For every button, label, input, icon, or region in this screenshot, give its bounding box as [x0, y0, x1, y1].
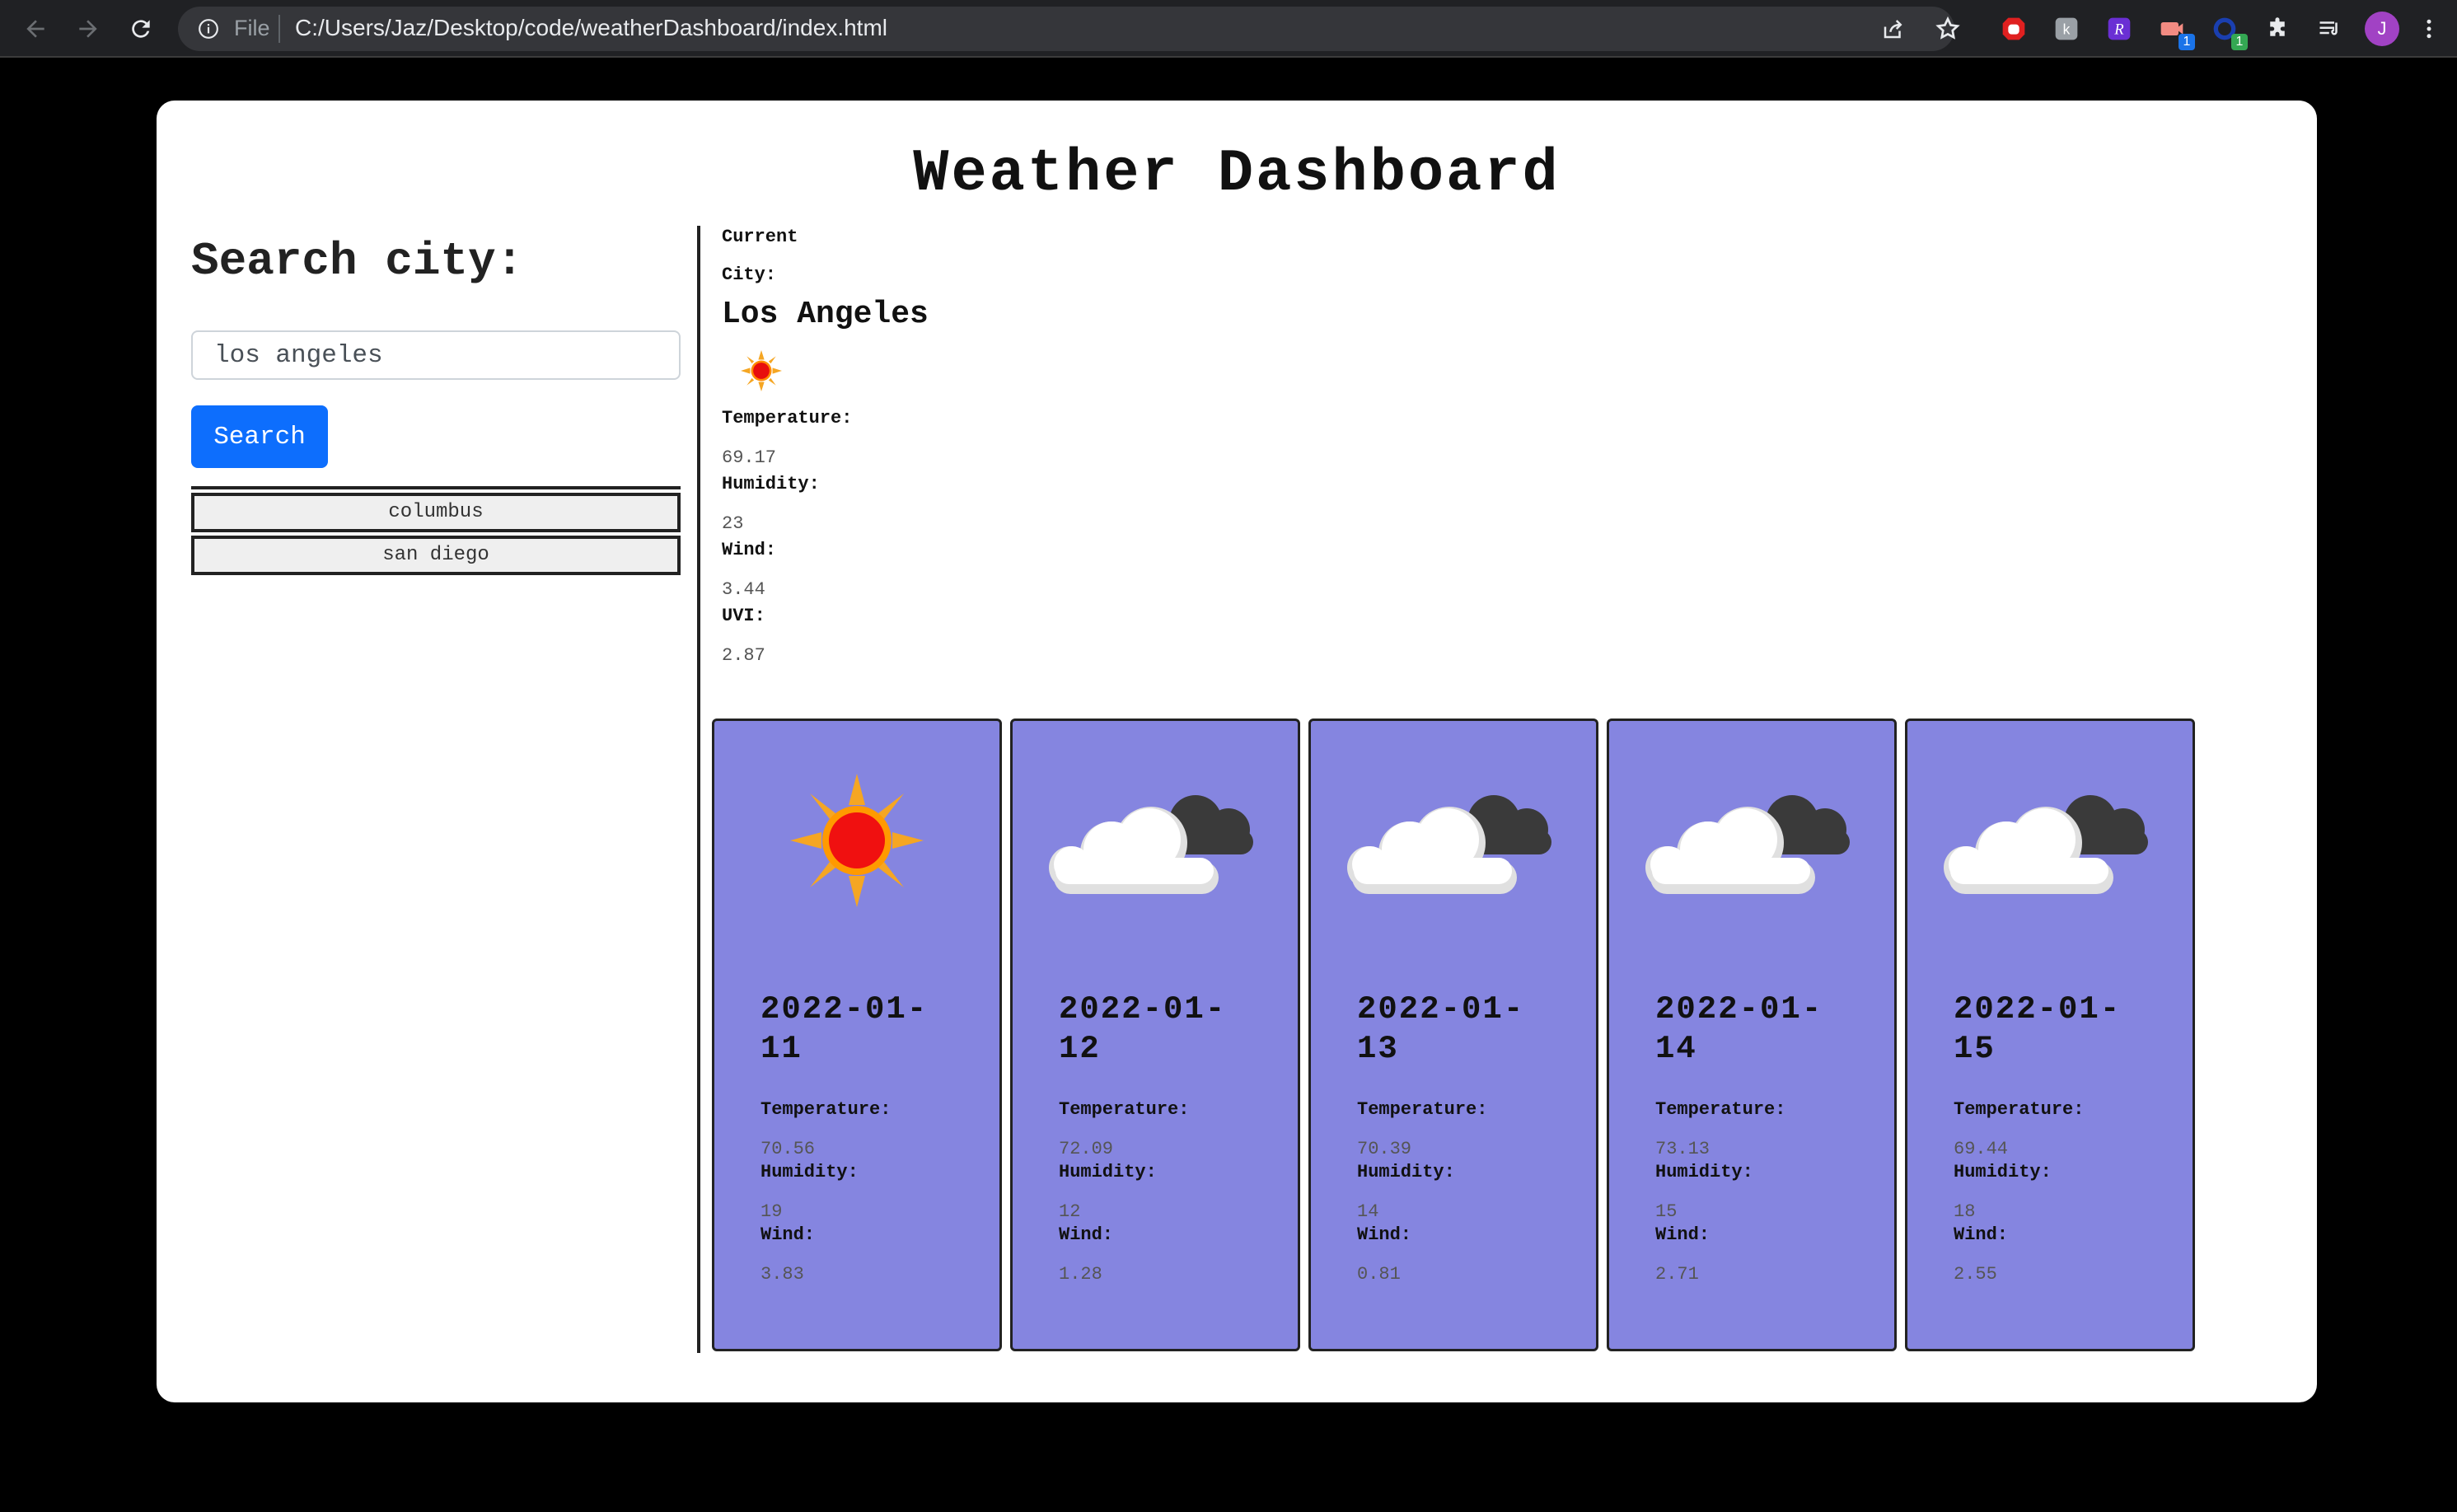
- wind-value: 3.44: [722, 579, 765, 600]
- temperature-value: 70.39: [1357, 1139, 1412, 1159]
- wind-label: Wind:: [722, 540, 777, 560]
- forecast-card: 2022-01- 13 Temperature: 70.39 Humidity: …: [1308, 719, 1598, 1351]
- wind-label: Wind:: [1357, 1224, 1412, 1245]
- forecast-details: Temperature: 73.13 Humidity: 15 Wind: 2.…: [1655, 1098, 1886, 1286]
- bookmark-star-icon[interactable]: [1931, 12, 1964, 45]
- wind-value: 2.71: [1655, 1264, 1699, 1285]
- dashboard-card: Weather Dashboard Search city: Search co…: [157, 101, 2317, 1402]
- wind-label: Wind:: [760, 1224, 816, 1245]
- column-divider: [697, 226, 700, 1353]
- reload-icon[interactable]: [124, 12, 158, 46]
- wind-value: 0.81: [1357, 1264, 1401, 1285]
- forecast-row: 2022-01- 11 Temperature: 70.56 Humidity: …: [712, 719, 2195, 1353]
- extension-badge: 1: [2231, 34, 2248, 50]
- forward-icon[interactable]: [71, 12, 105, 46]
- humidity-label: Humidity:: [1059, 1162, 1157, 1182]
- city-label: City:: [722, 264, 777, 285]
- profile-avatar[interactable]: J: [2365, 12, 2399, 46]
- humidity-label: Humidity:: [760, 1162, 859, 1182]
- current-weather-panel: Current City: Los Angeles Temperature: 6…: [722, 226, 1381, 667]
- forecast-card: 2022-01- 14 Temperature: 73.13 Humidity: …: [1607, 719, 1897, 1351]
- reading-list-icon[interactable]: [2314, 12, 2347, 45]
- humidity-value: 14: [1357, 1201, 1379, 1222]
- browser-toolbar: File C:/Users/Jaz/Desktop/code/weatherDa…: [0, 0, 2457, 58]
- humidity-label: Humidity:: [1655, 1162, 1753, 1182]
- humidity-value: 19: [760, 1201, 783, 1222]
- wind-value: 3.83: [760, 1264, 804, 1285]
- forecast-details: Temperature: 70.56 Humidity: 19 Wind: 3.…: [760, 1098, 991, 1286]
- wind-label: Wind:: [1059, 1224, 1114, 1245]
- cloudy-icon: [1311, 770, 1596, 910]
- humidity-value: 23: [722, 513, 744, 534]
- svg-text:k: k: [2063, 21, 2071, 38]
- forecast-card: 2022-01- 12 Temperature: 72.09 Humidity: …: [1010, 719, 1300, 1351]
- humidity-label: Humidity:: [1357, 1162, 1455, 1182]
- temperature-value: 69.44: [1954, 1139, 2009, 1159]
- city-search-input[interactable]: [191, 330, 681, 380]
- forecast-date: 2022-01- 14: [1655, 991, 1823, 1067]
- cloudy-icon: [1609, 770, 1894, 910]
- wind-label: Wind:: [1655, 1224, 1711, 1245]
- extension-camera-icon[interactable]: 1: [2155, 12, 2195, 50]
- forecast-details: Temperature: 69.44 Humidity: 18 Wind: 2.…: [1954, 1098, 2184, 1286]
- forecast-date: 2022-01- 15: [1954, 991, 2122, 1067]
- page-title: Weather Dashboard: [913, 140, 1561, 208]
- wind-value: 2.55: [1954, 1264, 1997, 1285]
- forecast-date: 2022-01- 12: [1059, 991, 1227, 1067]
- humidity-value: 12: [1059, 1201, 1081, 1222]
- back-icon[interactable]: [18, 12, 53, 46]
- extension-gray-icon[interactable]: k: [2050, 12, 2083, 45]
- history-item-san-diego[interactable]: san diego: [191, 536, 681, 575]
- sun-icon: [740, 349, 783, 392]
- humidity-label: Humidity:: [1954, 1162, 2052, 1182]
- adblock-extension-icon[interactable]: [1997, 12, 2030, 45]
- forecast-date: 2022-01- 13: [1357, 991, 1525, 1067]
- temperature-label: Temperature:: [722, 408, 853, 428]
- humidity-value: 15: [1655, 1201, 1678, 1222]
- extension-ring-icon[interactable]: 1: [2208, 12, 2248, 50]
- uvi-value: 2.87: [722, 645, 765, 666]
- temperature-label: Temperature:: [760, 1099, 892, 1120]
- extension-purple-icon[interactable]: R: [2103, 12, 2136, 45]
- extensions-puzzle-icon[interactable]: [2261, 12, 2294, 45]
- info-icon[interactable]: [196, 16, 221, 41]
- menu-kebab-icon[interactable]: [2413, 12, 2445, 45]
- temperature-label: Temperature:: [1655, 1099, 1786, 1120]
- temperature-label: Temperature:: [1059, 1099, 1190, 1120]
- cloudy-icon: [1013, 770, 1298, 910]
- wind-label: Wind:: [1954, 1224, 2009, 1245]
- search-history-list: columbus san diego: [191, 486, 681, 575]
- history-item-columbus[interactable]: columbus: [191, 493, 681, 532]
- search-heading: Search city:: [191, 235, 524, 288]
- temperature-value: 69.17: [722, 447, 777, 468]
- humidity-label: Humidity:: [722, 474, 820, 494]
- search-button[interactable]: Search: [191, 405, 328, 468]
- url-scheme-label: File: [234, 16, 270, 40]
- url-text[interactable]: C:/Users/Jaz/Desktop/code/weatherDashboa…: [295, 13, 887, 43]
- address-divider: [278, 15, 280, 43]
- forecast-details: Temperature: 72.09 Humidity: 12 Wind: 1.…: [1059, 1098, 1289, 1286]
- extension-badge: 1: [2179, 34, 2195, 50]
- sun-icon: [714, 770, 999, 910]
- temperature-label: Temperature:: [1954, 1099, 2085, 1120]
- uvi-label: UVI:: [722, 606, 765, 626]
- forecast-details: Temperature: 70.39 Humidity: 14 Wind: 0.…: [1357, 1098, 1588, 1286]
- current-heading: Current: [722, 227, 798, 247]
- temperature-value: 70.56: [760, 1139, 816, 1159]
- temperature-label: Temperature:: [1357, 1099, 1488, 1120]
- forecast-card: 2022-01- 15 Temperature: 69.44 Humidity: …: [1905, 719, 2195, 1351]
- forecast-card: 2022-01- 11 Temperature: 70.56 Humidity: …: [712, 719, 1002, 1351]
- temperature-value: 72.09: [1059, 1139, 1114, 1159]
- svg-text:R: R: [2113, 21, 2124, 39]
- forecast-date: 2022-01- 11: [760, 991, 929, 1067]
- temperature-value: 73.13: [1655, 1139, 1711, 1159]
- share-icon[interactable]: [1877, 12, 1910, 45]
- cloudy-icon: [1907, 770, 2193, 910]
- humidity-value: 18: [1954, 1201, 1976, 1222]
- wind-value: 1.28: [1059, 1264, 1102, 1285]
- current-city-name: Los Angeles: [722, 297, 929, 332]
